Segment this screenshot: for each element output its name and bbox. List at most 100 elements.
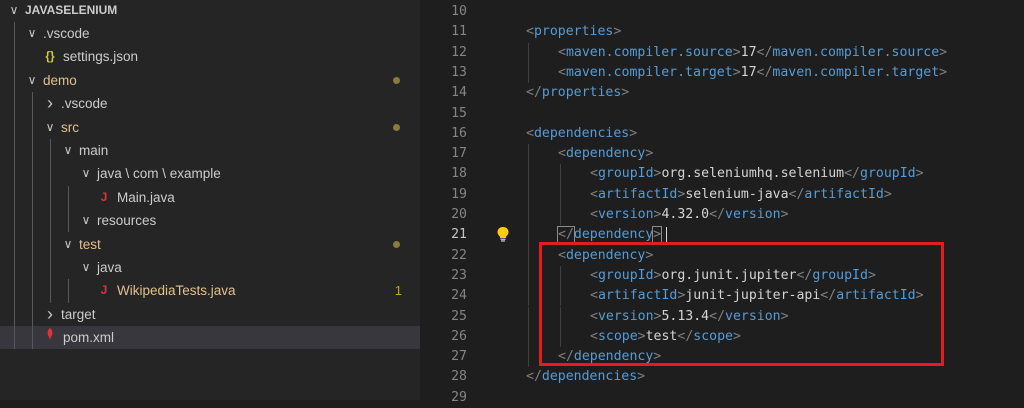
code-text: <dependency> <box>558 144 653 164</box>
tree-item-label: WikipediaTests.java <box>117 283 236 299</box>
xml-bracket: > <box>621 85 630 101</box>
indent-guide <box>528 205 529 226</box>
line-number: 10 <box>451 4 467 19</box>
line-number: 14 <box>451 85 467 101</box>
xml-text-value: 17 <box>740 44 757 60</box>
chevron-right-icon[interactable]: › <box>42 92 58 115</box>
chevron-down-icon[interactable]: ∨ <box>78 162 94 185</box>
chevron-down-icon[interactable]: ∨ <box>60 139 76 162</box>
code-line[interactable]: 12 <maven.compiler.source>17</maven.compi… <box>420 43 1024 63</box>
xml-tag-name: maven.compiler.source <box>772 44 940 60</box>
file-item[interactable]: J Main.java <box>0 186 420 209</box>
indent-guide <box>528 347 529 368</box>
indent-guide <box>560 184 561 205</box>
file-item[interactable]: {} settings.json <box>0 45 420 68</box>
code-line[interactable]: 20 <version>4.32.0</version> <box>420 205 1024 225</box>
indent-guide <box>528 326 529 348</box>
line-number: 17 <box>451 146 467 162</box>
folder-item[interactable]: ∨ test <box>0 233 420 256</box>
code-line[interactable]: 10 <box>420 2 1024 22</box>
tree-item-label: .vscode <box>43 25 90 41</box>
line-number: 29 <box>451 389 467 405</box>
indent-guide <box>68 279 69 303</box>
xml-bracket: < <box>526 125 534 141</box>
maven-feather-icon <box>42 326 58 349</box>
xml-bracket: > <box>732 64 741 80</box>
code-text: <artifactId>selenium-java</artifactId> <box>590 185 892 205</box>
xml-bracket: < <box>558 146 566 162</box>
chevron-down-icon[interactable]: ∨ <box>78 256 94 279</box>
xml-bracket: > <box>637 369 646 385</box>
code-line[interactable]: 17 <dependency> <box>420 144 1024 164</box>
indent-guide <box>528 144 529 165</box>
chevron-down-icon[interactable]: ∨ <box>6 0 22 22</box>
xml-text-value: selenium-java <box>685 186 789 202</box>
code-text: <dependencies> <box>526 124 637 144</box>
code-line[interactable]: 28 </dependencies> <box>420 367 1024 387</box>
xml-bracket: > <box>629 125 638 141</box>
java-icon: J <box>100 283 108 298</box>
code-line[interactable]: 11 <properties> <box>420 22 1024 42</box>
xml-tag-name: artifactId <box>804 186 884 202</box>
chevron-down-icon[interactable]: ∨ <box>24 22 40 45</box>
indent-guide <box>528 286 529 307</box>
chevron-right-icon[interactable]: › <box>42 303 58 326</box>
xml-bracket: > <box>939 64 948 80</box>
folder-item[interactable]: ∨ resources <box>0 209 420 232</box>
xml-bracket: </ <box>526 85 542 101</box>
folder-item[interactable]: › target <box>0 303 420 326</box>
indent-guide <box>32 92 33 350</box>
chevron-down-icon[interactable]: ∨ <box>42 116 58 139</box>
indent-guide <box>50 138 51 303</box>
xml-tag-name: maven.compiler.source <box>565 44 733 60</box>
xml-bracket: > <box>645 146 654 162</box>
folder-item[interactable]: ∨ main <box>0 139 420 162</box>
code-text: <maven.compiler.target>17</maven.compile… <box>558 63 947 83</box>
code-line[interactable]: 13 <maven.compiler.target>17</maven.compi… <box>420 63 1024 83</box>
xml-tag-name: maven.compiler.target <box>565 64 733 80</box>
code-line[interactable]: 14 </properties> <box>420 83 1024 103</box>
file-item[interactable]: J WikipediaTests.java 1 <box>0 279 420 302</box>
tree-item-label: demo <box>43 72 77 88</box>
xml-tag-name: maven.compiler.target <box>772 64 940 80</box>
folder-item[interactable]: › .vscode <box>0 92 420 115</box>
line-number: 23 <box>451 267 467 283</box>
xml-tag-name: version <box>597 207 654 222</box>
chevron-down-icon[interactable]: ∨ <box>24 69 40 92</box>
xml-bracket: > <box>915 166 924 182</box>
folder-item[interactable]: ∨ demo <box>0 69 420 92</box>
chevron-down-icon[interactable]: ∨ <box>78 209 94 232</box>
folder-item[interactable]: ∨ src <box>0 116 420 139</box>
code-line[interactable]: 29 <box>420 388 1024 408</box>
chevron-down-icon[interactable]: ∨ <box>60 233 76 256</box>
tree-item-label: test <box>79 236 101 252</box>
modified-dot-icon <box>393 76 400 84</box>
xml-bracket: < <box>558 44 566 60</box>
xml-text-value: org.seleniumhq.selenium <box>661 166 845 182</box>
folder-item[interactable]: ∨ java <box>0 256 420 279</box>
modified-dot-icon <box>393 123 400 131</box>
folder-item[interactable]: ∨ .vscode <box>0 22 420 45</box>
xml-bracket: > <box>939 44 948 60</box>
indent-guide <box>14 21 15 350</box>
code-line[interactable]: 16 <dependencies> <box>420 124 1024 144</box>
file-item[interactable]: pom.xml <box>0 326 420 350</box>
code-line[interactable]: 19 <artifactId>selenium-java</artifactId> <box>420 185 1024 205</box>
xml-tag-name: properties <box>533 24 614 40</box>
xml-bracket: < <box>590 166 598 182</box>
lightbulb-icon[interactable] <box>496 226 510 242</box>
problem-count-badge: 1 <box>394 283 402 299</box>
code-line[interactable]: 18 <groupId>org.seleniumhq.selenium</grou… <box>420 164 1024 184</box>
xml-bracket: </ <box>557 226 575 244</box>
folder-item[interactable]: ∨ java \ com \ example <box>0 162 420 185</box>
code-line[interactable]: 15 <box>420 104 1024 124</box>
explorer-root[interactable]: ∨ JAVASELENIUM <box>0 0 420 22</box>
xml-bracket: > <box>883 186 892 202</box>
code-text: </dependencies> <box>526 367 645 387</box>
line-number: 22 <box>451 247 467 263</box>
xml-bracket: > <box>652 226 663 244</box>
xml-bracket: </ <box>709 207 726 222</box>
xml-tag-name: groupId <box>597 166 654 182</box>
xml-bracket: </ <box>526 369 542 385</box>
line-number: 26 <box>451 328 467 344</box>
